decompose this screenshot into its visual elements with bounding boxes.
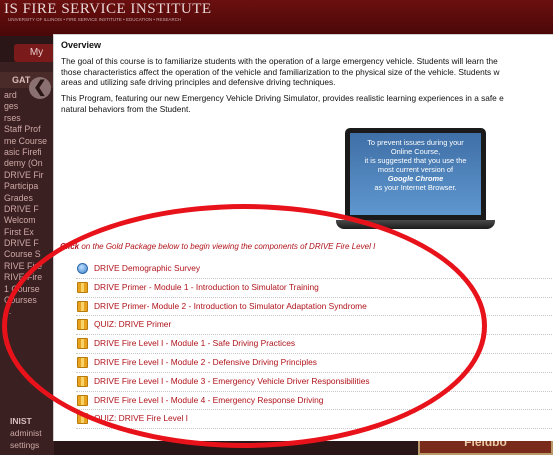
- overview-text-line: This Program, featuring our new Emergenc…: [61, 93, 504, 103]
- sidebar-list: ard ges rses Staff Prof me Course asic F…: [4, 90, 47, 318]
- gold-package-icon[interactable]: [77, 356, 88, 368]
- sidebar-item[interactable]: DRIVE F: [4, 238, 47, 249]
- course-overview-modal: Overview The goal of this course is to f…: [53, 34, 553, 441]
- admin-heading: INIST: [10, 416, 32, 426]
- admin-item[interactable]: settings: [0, 439, 54, 451]
- sidebar-item[interactable]: Welcom: [4, 215, 47, 226]
- site-tagline: UNIVERSITY OF ILLINOIS • FIRE SERVICE IN…: [8, 17, 182, 22]
- overview-text-line: areas and utilizing safe driving princip…: [61, 77, 336, 87]
- sidebar-item[interactable]: asic Firefi: [4, 147, 47, 158]
- admin-block: INIST administ settings: [0, 415, 54, 455]
- overview-title: Overview: [61, 40, 102, 50]
- sidebar-item[interactable]: Participa: [4, 181, 47, 192]
- sidebar-item[interactable]: Course S: [4, 249, 47, 260]
- list-item[interactable]: QUIZ: DRIVE Primer: [76, 316, 553, 336]
- sidebar-item[interactable]: First Ex: [4, 227, 47, 238]
- list-item[interactable]: QUIZ: DRIVE Fire Level I: [76, 410, 553, 430]
- sidebar-item[interactable]: Courses: [4, 295, 47, 306]
- component-link[interactable]: DRIVE Fire Level I - Module 3 - Emergenc…: [94, 376, 370, 386]
- laptop-base: [336, 220, 495, 229]
- browser-notice-line: most current version of: [377, 165, 454, 175]
- overview-text-line: The goal of this course is to familiariz…: [61, 56, 498, 66]
- gold-package-icon[interactable]: [77, 281, 88, 293]
- sidebar-item[interactable]: ...: [4, 306, 47, 317]
- sidebar-item[interactable]: 1 Course: [4, 284, 47, 295]
- site-header: IS FIRE SERVICE INSTITUTE UNIVERSITY OF …: [0, 0, 553, 36]
- component-link[interactable]: DRIVE Demographic Survey: [94, 263, 200, 273]
- list-item[interactable]: DRIVE Fire Level I - Module 1 - Safe Dri…: [76, 335, 553, 354]
- browser-notice-line: Online Course,: [390, 147, 441, 157]
- laptop-image: To prevent issues during your Online Cou…: [345, 128, 486, 220]
- sidebar-item[interactable]: DRIVE F: [4, 204, 47, 215]
- component-link[interactable]: DRIVE Fire Level I - Module 2 - Defensiv…: [94, 357, 317, 367]
- gold-package-icon[interactable]: [77, 375, 88, 387]
- instructions: Click on the Gold Package below to begin…: [60, 242, 375, 251]
- instructions-text: on the Gold Package below to begin viewi…: [79, 242, 376, 251]
- component-link[interactable]: DRIVE Primer- Module 2 - Introduction to…: [94, 301, 367, 311]
- click-word: Click: [60, 242, 80, 251]
- list-item[interactable]: DRIVE Primer- Module 2 - Introduction to…: [76, 298, 553, 317]
- component-link[interactable]: DRIVE Fire Level I - Module 1 - Safe Dri…: [94, 338, 295, 348]
- sidebar-item[interactable]: me Course: [4, 136, 47, 147]
- sidebar-item[interactable]: ard: [4, 90, 47, 101]
- browser-notice-line: as your Internet Browser.: [374, 183, 457, 193]
- list-item[interactable]: DRIVE Primer - Module 1 - Introduction t…: [76, 279, 553, 298]
- gold-package-icon[interactable]: [77, 300, 88, 312]
- laptop-display: To prevent issues during your Online Cou…: [350, 133, 481, 215]
- sidebar-item[interactable]: RIVE Fire: [4, 272, 47, 283]
- list-item[interactable]: DRIVE Fire Level I - Module 4 - Emergenc…: [76, 392, 553, 411]
- sidebar-item[interactable]: ges: [4, 101, 47, 112]
- component-link[interactable]: QUIZ: DRIVE Fire Level I: [94, 413, 188, 423]
- admin-item[interactable]: administ: [0, 427, 54, 439]
- course-components-list: DRIVE Demographic Survey DRIVE Primer - …: [76, 260, 553, 430]
- sidebar-item[interactable]: demy (On: [4, 158, 47, 169]
- survey-icon: [77, 263, 88, 274]
- component-link[interactable]: DRIVE Fire Level I - Module 4 - Emergenc…: [94, 395, 323, 405]
- browser-notice-line: it is suggested that you use the: [364, 156, 467, 166]
- list-item[interactable]: DRIVE Fire Level I - Module 2 - Defensiv…: [76, 354, 553, 373]
- gold-package-icon[interactable]: [77, 319, 88, 331]
- component-link[interactable]: DRIVE Primer - Module 1 - Introduction t…: [94, 282, 319, 292]
- sidebar-item[interactable]: RIVE Fire: [4, 261, 47, 272]
- browser-notice: To prevent issues during your Online Cou…: [350, 138, 481, 193]
- browser-name: Google Chrome: [387, 174, 444, 184]
- sidebar-item[interactable]: DRIVE Fir: [4, 170, 47, 181]
- list-item[interactable]: DRIVE Fire Level I - Module 3 - Emergenc…: [76, 373, 553, 392]
- gold-package-icon[interactable]: [77, 413, 88, 425]
- sidebar-item[interactable]: rses: [4, 113, 47, 124]
- gold-package-icon[interactable]: [77, 394, 88, 406]
- list-item[interactable]: DRIVE Demographic Survey: [76, 260, 553, 279]
- overview-text-line: natural behaviors from the Student.: [61, 103, 191, 114]
- browser-notice-line: To prevent issues during your: [367, 138, 464, 147]
- site-title: IS FIRE SERVICE INSTITUTE: [4, 1, 212, 17]
- overview-text-line: those characteristics affect the operati…: [61, 66, 500, 77]
- component-link[interactable]: QUIZ: DRIVE Primer: [94, 319, 171, 329]
- sidebar-item[interactable]: Grades: [4, 193, 47, 204]
- gold-package-icon[interactable]: [77, 338, 88, 350]
- sidebar-item[interactable]: Staff Prof: [4, 124, 47, 135]
